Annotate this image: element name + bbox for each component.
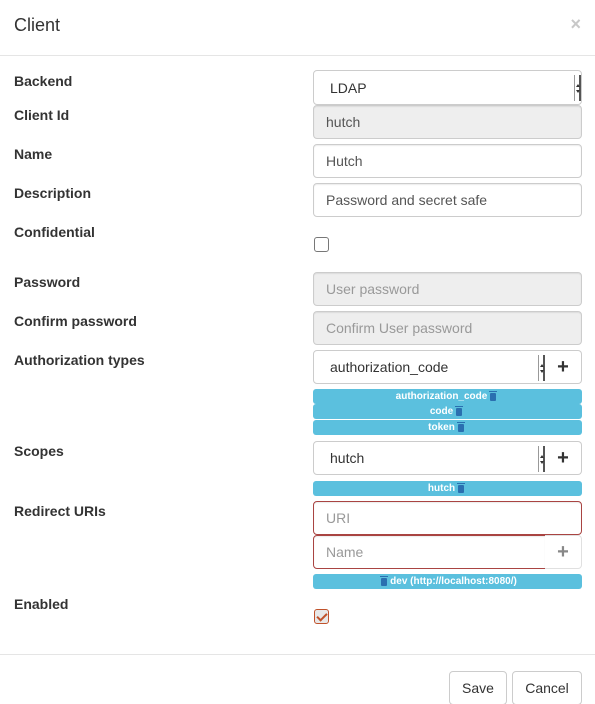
backend-label: Backend xyxy=(14,73,73,89)
backend-select[interactable]: LDAP xyxy=(313,70,582,105)
confidential-label: Confidential xyxy=(14,224,95,240)
authorization-types-select[interactable]: authorization_code xyxy=(313,350,546,384)
authorization-type-tag[interactable]: token xyxy=(313,420,582,435)
add-authorization-type-button[interactable]: + xyxy=(545,350,582,384)
close-icon[interactable]: × xyxy=(570,15,581,33)
trash-icon[interactable] xyxy=(489,390,498,401)
scopes-label: Scopes xyxy=(14,443,64,459)
authorization-type-tag[interactable]: authorization_code xyxy=(313,389,582,404)
select-arrow-icon xyxy=(538,446,545,472)
scope-tag[interactable]: hutch xyxy=(313,481,582,496)
select-arrow-icon xyxy=(574,75,581,101)
confidential-checkbox[interactable] xyxy=(314,237,329,252)
password-label: Password xyxy=(14,274,81,290)
confirm-password-label: Confirm password xyxy=(14,313,137,329)
description-field[interactable]: Password and secret safe xyxy=(313,183,582,217)
modal-footer: Save Cancel xyxy=(0,654,595,704)
enabled-label: Enabled xyxy=(14,596,69,612)
password-field[interactable]: User password xyxy=(313,272,582,306)
scopes-select[interactable]: hutch xyxy=(313,441,546,475)
name-field[interactable]: Hutch xyxy=(313,144,582,178)
authorization-type-tag[interactable]: code xyxy=(313,404,582,419)
redirect-name-input[interactable]: Name xyxy=(313,535,546,569)
redirect-uris-label: Redirect URIs xyxy=(14,503,106,519)
modal-title: Client xyxy=(14,15,61,35)
name-label: Name xyxy=(14,146,53,162)
cancel-button[interactable]: Cancel xyxy=(512,671,582,704)
scopes-selected-value: hutch xyxy=(330,450,365,466)
backend-selected-value: LDAP xyxy=(330,79,367,96)
trash-icon[interactable] xyxy=(457,482,466,493)
description-label: Description xyxy=(14,185,92,201)
client-id-label: Client Id xyxy=(14,107,70,123)
trash-icon[interactable] xyxy=(380,575,389,586)
confirm-password-field[interactable]: Confirm User password xyxy=(313,311,582,345)
modal-header: Client × xyxy=(0,0,595,56)
trash-icon[interactable] xyxy=(455,405,464,416)
client-id-field[interactable]: hutch xyxy=(313,105,582,139)
trash-icon[interactable] xyxy=(456,421,465,432)
add-redirect-uri-button[interactable]: + xyxy=(545,535,582,569)
enabled-checkbox[interactable] xyxy=(314,609,329,624)
redirect-uri-input[interactable]: URI xyxy=(313,501,582,535)
save-button[interactable]: Save xyxy=(449,671,507,704)
select-arrow-icon xyxy=(538,355,545,381)
redirect-uri-tag[interactable]: dev (http://localhost:8080/) xyxy=(313,574,582,589)
add-scope-button[interactable]: + xyxy=(545,441,582,475)
authorization-types-selected-value: authorization_code xyxy=(330,359,449,375)
authorization-types-label: Authorization types xyxy=(14,352,145,368)
